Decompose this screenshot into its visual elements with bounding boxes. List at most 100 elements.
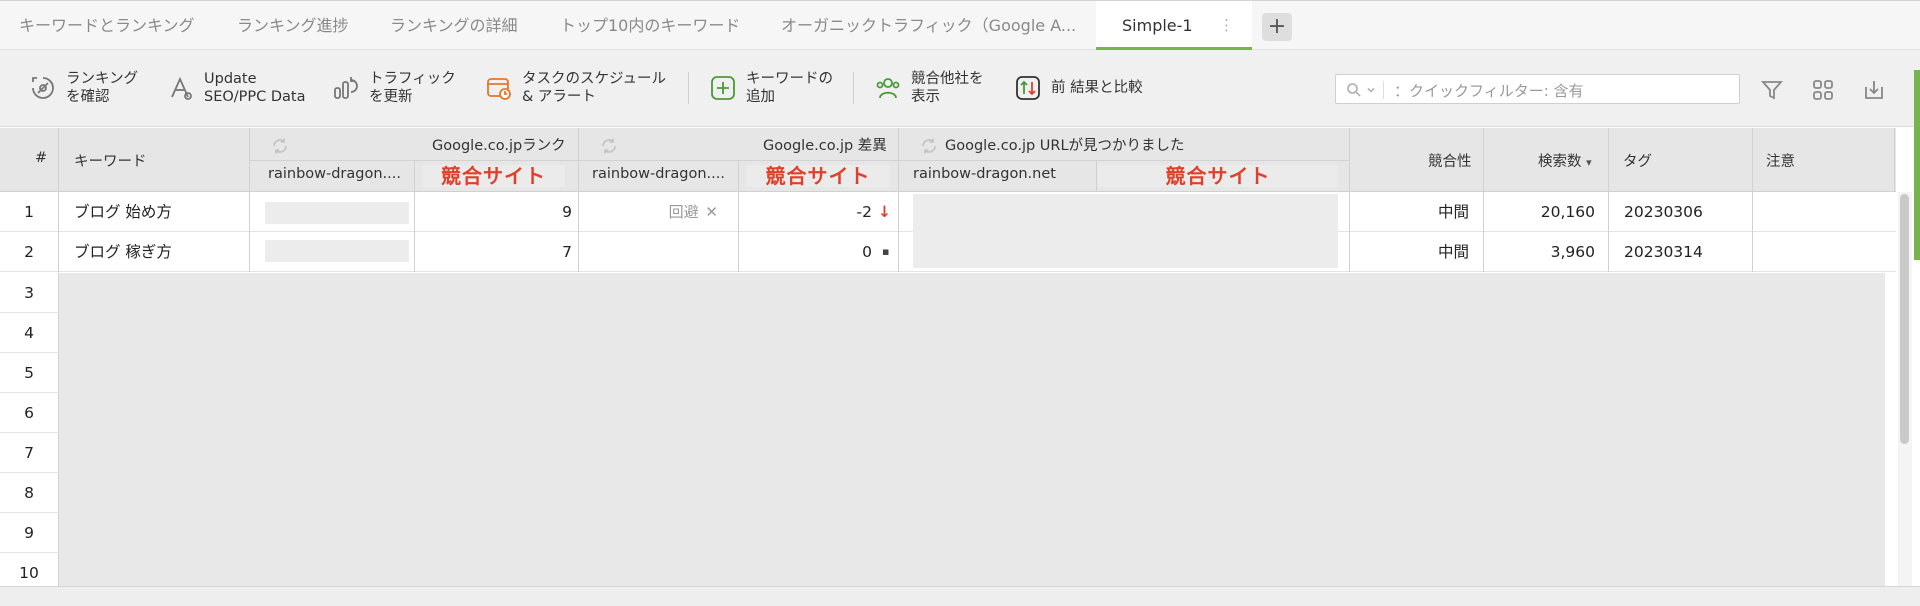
add-icon xyxy=(708,73,738,103)
header-diff-competitor[interactable]: 競合サイト xyxy=(746,165,890,187)
row-number: 9 xyxy=(0,513,58,553)
header-note[interactable]: 注意 xyxy=(1766,150,1795,171)
header-keyword[interactable]: キーワード xyxy=(74,150,147,171)
row-number: 8 xyxy=(0,473,58,513)
tab-bar: キーワードとランキング ランキング進捗 ランキングの詳細 トップ10内のキーワー… xyxy=(0,0,1920,51)
rank-competitor-cell[interactable]: 7 xyxy=(414,232,572,272)
header-url-group: Google.co.jp URLが見つかりました xyxy=(945,138,1185,154)
header-diff-group: Google.co.jp 差異 xyxy=(763,138,887,154)
row-number: 3 xyxy=(0,273,58,313)
row-number: 4 xyxy=(0,313,58,353)
compare-icon xyxy=(1013,73,1043,103)
keyword-cell[interactable]: ブログ 始め方 xyxy=(74,192,172,232)
check-rankings-label-2: を確認 xyxy=(66,89,110,105)
diff-competitor-cell[interactable]: -2 xyxy=(738,192,872,232)
diff-own-value: 回避 xyxy=(668,203,699,221)
add-keywords-label-2: 追加 xyxy=(746,89,775,105)
scrollbar-thumb[interactable] xyxy=(1900,194,1909,444)
update-seo-ppc-button[interactable]: Update SEO/PPC Data xyxy=(166,68,306,108)
rank-own-cell[interactable] xyxy=(265,202,409,224)
toolbar-divider xyxy=(688,72,689,104)
compare-label: 前 結果と比較 xyxy=(1051,80,1143,96)
refresh-icon[interactable] xyxy=(271,137,289,155)
add-tab-button[interactable]: + xyxy=(1262,13,1292,41)
check-rankings-label-1: ランキング xyxy=(66,71,139,87)
header-rank-group: Google.co.jpランク xyxy=(432,138,566,154)
row-number: 6 xyxy=(0,393,58,433)
show-competitors-label-1: 競合他社を xyxy=(911,71,984,87)
toolbar: ランキングを確認 Update SEO/PPC Data トラフィック を更新 タス… xyxy=(0,50,1920,127)
rank-own-cell[interactable] xyxy=(265,240,409,262)
arrow-down-icon: ↓ xyxy=(878,203,891,221)
table-row[interactable]: 2 ブログ 稼ぎ方 7 0 ▪ 中間 3,960 20230314 xyxy=(0,232,1896,272)
download-icon[interactable] xyxy=(1860,76,1888,104)
calendar-alarm-icon xyxy=(484,73,514,103)
tab-ranking-details[interactable]: ランキングの詳細 xyxy=(390,1,518,50)
tag-cell[interactable]: 20230306 xyxy=(1624,192,1703,232)
tab-simple-1[interactable]: Simple-1 ⋮ xyxy=(1096,1,1252,51)
quick-filter-input[interactable]: ：クイックフィルター: 含有 xyxy=(1335,74,1740,104)
header-search-volume-label: 検索数 xyxy=(1538,154,1582,170)
add-keywords-label-1: キーワードの xyxy=(746,71,833,87)
rank-competitor-cell[interactable]: 9 xyxy=(414,192,572,232)
url-cell[interactable] xyxy=(913,194,1338,232)
row-number: 1 xyxy=(24,203,34,221)
no-change-icon: ▪ xyxy=(882,245,890,258)
tab-menu-icon[interactable]: ⋮ xyxy=(1219,1,1234,50)
header-rank-competitor[interactable]: 競合サイト xyxy=(422,165,565,187)
update-traffic-label-1: トラフィック xyxy=(369,71,456,87)
radar-icon xyxy=(28,73,58,103)
update-data-label-1: Update xyxy=(204,71,257,87)
show-competitors-button[interactable]: 競合他社を 表示 xyxy=(873,68,984,108)
row-number: 7 xyxy=(0,433,58,473)
diff-competitor-cell[interactable]: 0 xyxy=(738,232,872,272)
header-row-number: # xyxy=(35,150,48,166)
tag-cell[interactable]: 20230314 xyxy=(1624,232,1703,272)
schedule-alerts-button[interactable]: タスクのスケジュール & アラート xyxy=(484,68,666,108)
update-traffic-label-2: を更新 xyxy=(369,89,413,105)
search-volume-cell[interactable]: 3,960 xyxy=(1483,232,1595,272)
header-diff-own-site[interactable]: rainbow-dragon.... xyxy=(592,161,734,188)
header-url-competitor[interactable]: 競合サイト xyxy=(1098,165,1338,187)
update-data-label-2: SEO/PPC Data xyxy=(204,89,306,105)
header-tag[interactable]: タグ xyxy=(1623,150,1652,171)
compare-previous-button[interactable]: 前 結果と比較 xyxy=(1013,68,1143,108)
quick-filter-placeholder: ：クイックフィルター: 含有 xyxy=(1394,82,1584,100)
refresh-icon[interactable] xyxy=(920,137,938,155)
bottom-resize-bar[interactable] xyxy=(0,586,1920,606)
header-competition[interactable]: 競合性 xyxy=(1428,150,1472,171)
table-row[interactable]: 1 ブログ 始め方 9 回避 ✕ -2 ↓ 中間 20,160 20230306 xyxy=(0,192,1896,232)
check-rankings-button[interactable]: ランキング を確認 xyxy=(28,68,138,108)
tab-organic-traffic[interactable]: オーガニックトラフィック（Google A... xyxy=(781,1,1076,50)
search-icon[interactable] xyxy=(1346,81,1384,99)
header-search-volume[interactable]: 検索数 ▾ xyxy=(1538,150,1592,171)
vertical-scrollbar[interactable] xyxy=(1898,192,1912,586)
filter-icon[interactable] xyxy=(1758,76,1786,104)
toolbar-divider xyxy=(853,72,854,104)
competitors-icon xyxy=(873,73,903,103)
competition-cell[interactable]: 中間 xyxy=(1349,192,1469,232)
header-rank-own-site[interactable]: rainbow-dragon.... xyxy=(268,161,408,188)
url-cell[interactable] xyxy=(913,232,1338,268)
row-number-column: 3 4 5 6 7 8 9 10 xyxy=(0,273,59,593)
search-volume-cell[interactable]: 20,160 xyxy=(1483,192,1595,232)
tab-top10-keywords[interactable]: トップ10内のキーワード xyxy=(560,1,740,50)
update-data-icon xyxy=(166,73,196,103)
add-keywords-button[interactable]: キーワードの 追加 xyxy=(708,68,833,108)
refresh-icon[interactable] xyxy=(600,137,618,155)
row-number: 2 xyxy=(24,243,34,261)
empty-grid-area xyxy=(59,273,1885,586)
keyword-cell[interactable]: ブログ 稼ぎ方 xyxy=(74,232,172,272)
grid-header: # キーワード Google.co.jpランク rainbow-dragon..… xyxy=(0,128,1896,192)
tab-keywords-rankings[interactable]: キーワードとランキング xyxy=(19,1,195,50)
side-panel-handle[interactable] xyxy=(1914,70,1920,260)
header-url-own-site[interactable]: rainbow-dragon.net xyxy=(913,161,1093,188)
tab-ranking-progress[interactable]: ランキング進捗 xyxy=(237,1,349,50)
grid-icon[interactable] xyxy=(1809,76,1837,104)
close-icon[interactable]: ✕ xyxy=(705,203,718,221)
tab-simple-1-label: Simple-1 xyxy=(1122,16,1193,35)
competition-cell[interactable]: 中間 xyxy=(1349,232,1469,272)
row-number: 5 xyxy=(0,353,58,393)
diff-own-cell[interactable]: 回避 ✕ xyxy=(578,192,718,232)
update-traffic-button[interactable]: トラフィック を更新 xyxy=(331,68,456,108)
